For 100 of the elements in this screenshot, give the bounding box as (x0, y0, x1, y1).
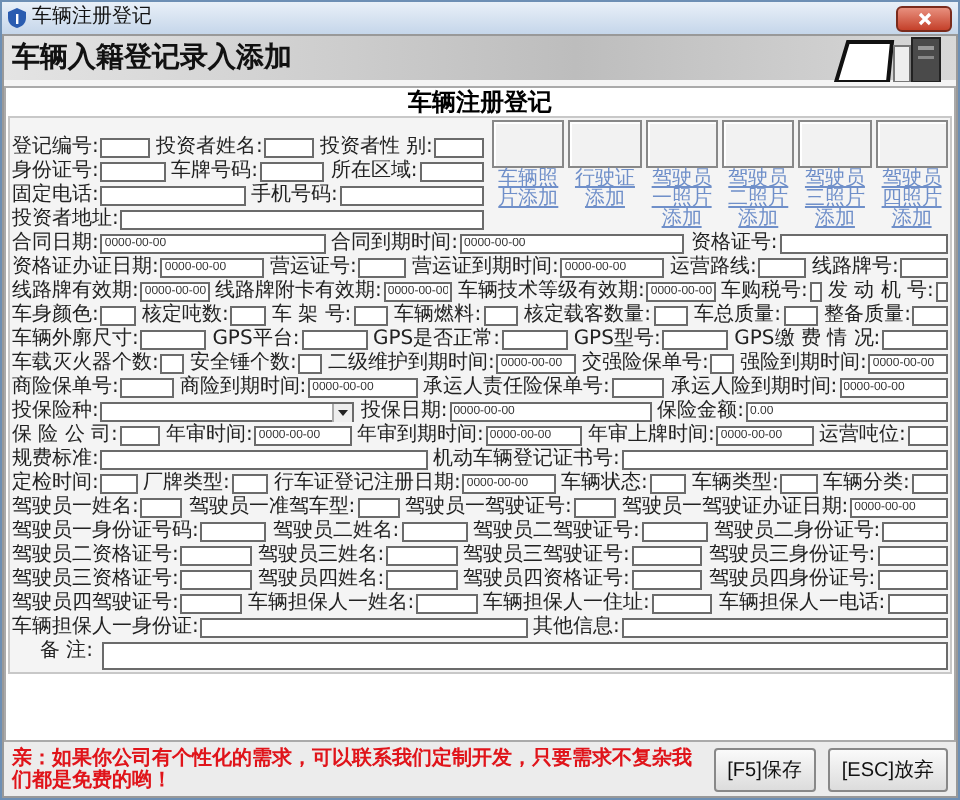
input-field[interactable] (160, 354, 184, 374)
input-field[interactable] (911, 474, 948, 494)
input-field[interactable] (140, 330, 207, 350)
input-field[interactable] (120, 210, 484, 230)
field-label: 核定吨数: (141, 306, 229, 326)
notice-text: 亲：如果你公司有个性化的需求，可以联系我们定制开发，只要需求不复杂我们都是免费的哟！ (12, 748, 694, 792)
dropdown-field[interactable] (100, 402, 355, 422)
field-label: 手机号码: (251, 186, 338, 206)
field-label: 投保险种: (12, 402, 99, 422)
field-label: 运营路线: (670, 258, 757, 278)
input-field[interactable] (264, 138, 314, 158)
input-field[interactable] (200, 618, 527, 638)
input-field[interactable] (631, 570, 703, 590)
field-label: GPS缴 费 情 况: (734, 330, 881, 350)
input-field[interactable] (180, 594, 242, 614)
input-field[interactable] (710, 354, 734, 374)
field-label: 车辆外廓尺寸: (12, 330, 139, 350)
field-label: 车载灭火器个数: (12, 354, 159, 374)
field-label: 驾驶员一身份证号码: (12, 522, 199, 542)
input-field[interactable] (100, 450, 427, 470)
field-label: 固定电话: (12, 186, 99, 206)
input-field[interactable] (353, 306, 389, 326)
input-field[interactable] (140, 498, 183, 518)
input-field[interactable] (416, 594, 477, 614)
input-field[interactable] (231, 474, 268, 494)
input-field[interactable] (180, 546, 252, 566)
input-field[interactable] (200, 522, 267, 542)
input-field[interactable] (907, 426, 949, 446)
input-field[interactable] (100, 474, 137, 494)
field-label: 线路牌有效期: (12, 282, 139, 302)
input-field[interactable] (230, 306, 266, 326)
input-field[interactable] (358, 258, 406, 278)
field-label: 发 动 机 号: (828, 282, 934, 302)
input-field[interactable] (260, 162, 325, 182)
input-field[interactable] (662, 330, 729, 350)
input-field[interactable] (809, 282, 822, 302)
input-field[interactable] (357, 498, 399, 518)
field-label: 营运证号: (270, 258, 357, 278)
field-label: 投资者性 别: (319, 138, 433, 158)
input-field[interactable] (401, 522, 467, 542)
input-field[interactable] (887, 594, 948, 614)
field-label: 所在区域: (330, 162, 418, 182)
field-label: 其他信息: (533, 618, 620, 638)
input-field[interactable] (877, 546, 948, 566)
input-field[interactable] (180, 570, 252, 590)
field-label: 商险保单号: (12, 378, 119, 398)
input-field[interactable] (100, 306, 136, 326)
input-field[interactable] (780, 474, 817, 494)
input-field[interactable] (502, 330, 568, 350)
field-label: 核定载客数量: (524, 306, 652, 326)
input-field[interactable] (653, 306, 689, 326)
field-label: 驾驶员一驾驶证号: (405, 498, 572, 518)
close-button[interactable] (896, 5, 952, 31)
field-label: 备 注: (40, 642, 94, 662)
input-field[interactable] (631, 546, 703, 566)
input-field[interactable] (573, 498, 616, 518)
input-field[interactable] (120, 378, 174, 398)
field-label: 二级维护到期时间: (328, 354, 495, 374)
input-field[interactable] (386, 570, 457, 590)
input-field[interactable] (758, 258, 806, 278)
cancel-button[interactable]: [ESC]放弃 (827, 748, 948, 792)
field-label: 车辆类型: (692, 474, 779, 494)
field-label: 驾驶员二资格证号: (12, 546, 179, 566)
input-field[interactable] (339, 186, 484, 206)
input-field[interactable] (100, 138, 150, 158)
field-label: 驾驶员一姓名: (12, 498, 139, 518)
input-field[interactable] (611, 378, 665, 398)
input-field[interactable] (434, 138, 484, 158)
input-field[interactable] (935, 282, 949, 302)
input-field[interactable] (298, 354, 322, 374)
field-label: 驾驶员二姓名: (272, 522, 400, 542)
input-field[interactable] (779, 234, 949, 254)
input-field[interactable] (301, 330, 367, 350)
input-field[interactable] (621, 450, 948, 470)
input-field[interactable] (882, 522, 948, 542)
field-label: 驾驶员三驾驶证号: (463, 546, 630, 566)
field-label: 年审时间: (166, 426, 253, 446)
input-field[interactable] (621, 618, 948, 638)
input-field[interactable] (651, 594, 713, 614)
input-field[interactable] (649, 474, 686, 494)
save-button[interactable]: [F5]保存 (713, 748, 816, 792)
input-field[interactable] (912, 306, 949, 326)
input-field[interactable] (100, 162, 166, 182)
field-label: 车辆担保人一姓名: (247, 594, 415, 614)
field-label: 运营吨位: (819, 426, 906, 446)
input-field[interactable] (419, 162, 485, 182)
input-field[interactable] (882, 330, 948, 350)
input-field[interactable] (100, 186, 245, 206)
input-field[interactable] (641, 522, 708, 542)
input-field[interactable] (877, 570, 948, 590)
field-label: GPS是否正常: (373, 330, 500, 350)
field-label: 保 险 公 司: (12, 426, 118, 446)
input-field[interactable] (386, 546, 457, 566)
input-field[interactable] (483, 306, 519, 326)
input-field[interactable] (900, 258, 948, 278)
form-heading: 车辆注册登记 (408, 88, 552, 116)
field-label: 驾驶员二驾驶证号: (473, 522, 640, 542)
remarks-field[interactable] (101, 642, 948, 670)
input-field[interactable] (783, 306, 819, 326)
input-field[interactable] (119, 426, 161, 446)
